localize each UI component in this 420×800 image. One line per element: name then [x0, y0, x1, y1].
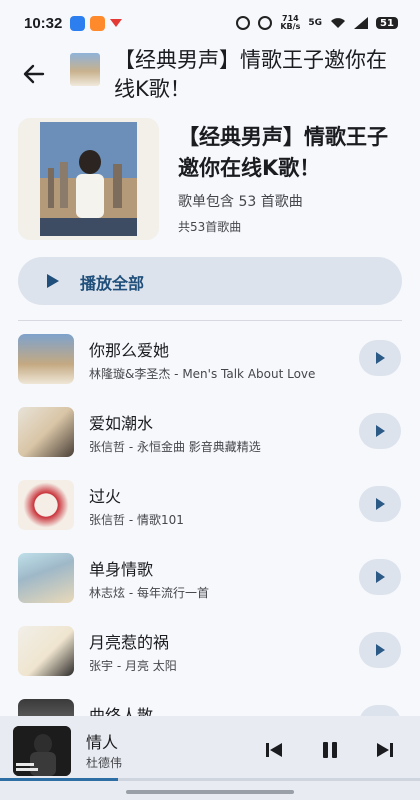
- playback-progress-fill: [0, 778, 118, 781]
- now-playing-cover-art: [13, 726, 71, 776]
- skip-previous-button[interactable]: [262, 738, 286, 762]
- battery-icon: 51: [376, 17, 398, 29]
- now-playing-title: 情人: [86, 733, 119, 752]
- song-title: 你那么爱她: [89, 341, 170, 360]
- page-title: 【经典男声】情歌王子邀你在线K歌！: [114, 48, 387, 101]
- song-subtitle: 张信哲 - 情歌101: [89, 513, 184, 527]
- status-time: 10:32: [24, 14, 63, 32]
- arrow-left-icon: [23, 64, 45, 84]
- divider: [18, 320, 402, 321]
- now-playing-cover: [13, 726, 71, 776]
- song-play-button[interactable]: [359, 340, 401, 376]
- playlist-hero: 【经典男声】情歌王子邀你在线K歌！ 歌单包含 53 首歌曲 共53首歌曲: [18, 118, 402, 242]
- song-play-button[interactable]: [359, 486, 401, 522]
- play-all-label: 播放全部: [80, 274, 145, 293]
- network-speed: 714 KB/s: [280, 15, 300, 31]
- playlist-cover: [18, 118, 159, 240]
- song-play-button[interactable]: [359, 413, 401, 449]
- app-header: 【经典男声】情歌王子邀你在线K歌！: [0, 46, 420, 108]
- song-subtitle: 张信哲 - 永恒金曲 影音典藏精选: [89, 440, 261, 454]
- alarm-icon: [236, 16, 251, 30]
- playlist-cover-thumbnail: [70, 53, 100, 86]
- playlist-subtitle: 歌单包含 53 首歌曲: [178, 194, 303, 210]
- playlist-cover-art: [18, 118, 159, 240]
- playback-progress[interactable]: [0, 778, 420, 781]
- signal-icon: [354, 17, 368, 29]
- playlist-song-count: 共53首歌曲: [178, 220, 242, 234]
- song-cover: [18, 553, 74, 603]
- song-title: 单身情歌: [89, 560, 154, 579]
- play-icon: [47, 274, 59, 288]
- song-subtitle: 张宇 - 月亮 太阳: [89, 659, 177, 673]
- back-button[interactable]: [20, 60, 48, 88]
- song-list-item[interactable]: 过火 张信哲 - 情歌101: [0, 468, 420, 540]
- now-playing-artist: 杜德伟: [86, 756, 123, 770]
- notification-app-icon: [90, 15, 106, 31]
- notification-app-icon: [70, 15, 86, 31]
- status-bar: 10:32 714 KB/s 5G 51: [0, 0, 420, 46]
- mini-player[interactable]: 情人 杜德伟: [0, 716, 420, 800]
- network-type: 5G: [308, 18, 322, 28]
- song-play-button[interactable]: [359, 632, 401, 668]
- playlist-title: 【经典男声】情歌王子邀你在线K歌！: [178, 125, 388, 180]
- wifi-icon: [331, 18, 345, 28]
- status-indicators: 714 KB/s 5G 51: [236, 15, 398, 31]
- song-title: 爱如潮水: [89, 414, 154, 433]
- play-all-button[interactable]: 播放全部: [18, 257, 402, 305]
- mute-icon: [258, 16, 273, 30]
- notification-alert-icon: [110, 19, 123, 27]
- song-list-item[interactable]: 月亮惹的祸 张宇 - 月亮 太阳: [0, 614, 420, 686]
- song-list-item[interactable]: 你那么爱她 林隆璇&李圣杰 - Men's Talk About Love: [0, 322, 420, 394]
- song-subtitle: 林志炫 - 每年流行一首: [89, 586, 209, 600]
- song-subtitle: 林隆璇&李圣杰 - Men's Talk About Love: [89, 367, 316, 381]
- pause-button[interactable]: [318, 738, 342, 762]
- song-cover: [18, 334, 74, 384]
- song-title: 月亮惹的祸: [89, 633, 170, 652]
- skip-next-button[interactable]: [373, 738, 397, 762]
- song-cover: [18, 407, 74, 457]
- song-title: 过火: [89, 487, 122, 506]
- song-cover: [18, 480, 74, 530]
- network-speed-unit: KB/s: [280, 22, 301, 31]
- home-indicator[interactable]: [126, 790, 294, 794]
- song-list-item[interactable]: 爱如潮水 张信哲 - 永恒金曲 影音典藏精选: [0, 395, 420, 467]
- song-list-item[interactable]: 单身情歌 林志炫 - 每年流行一首: [0, 541, 420, 613]
- song-play-button[interactable]: [359, 559, 401, 595]
- song-cover: [18, 626, 74, 676]
